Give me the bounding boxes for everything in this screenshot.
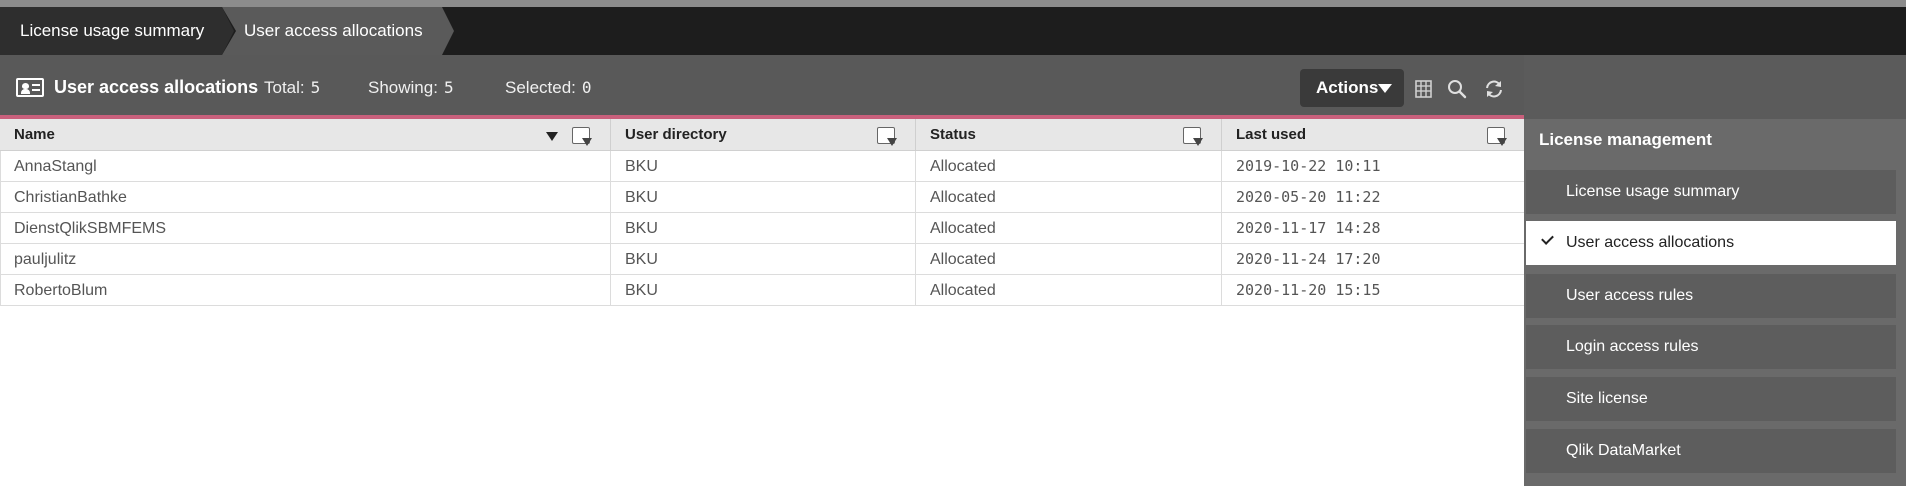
column-header-label: User directory bbox=[625, 126, 727, 143]
refresh-icon[interactable] bbox=[1483, 78, 1505, 100]
selected-label: Selected: bbox=[505, 78, 576, 97]
cell-status: Allocated bbox=[916, 213, 1222, 244]
cell-user-directory: BKU bbox=[611, 275, 916, 306]
table-row[interactable]: RobertoBlum BKU Allocated 2020-11-20 15:… bbox=[0, 275, 1524, 306]
panel-item-label: Site license bbox=[1566, 390, 1648, 407]
column-header-last-used[interactable]: Last used bbox=[1222, 119, 1524, 151]
actions-label: Actions bbox=[1316, 78, 1379, 97]
filter-icon[interactable] bbox=[1183, 127, 1203, 146]
cell-name: AnnaStangl bbox=[0, 151, 611, 182]
filter-icon[interactable] bbox=[877, 127, 897, 146]
user-card-icon bbox=[16, 78, 44, 97]
showing-label: Showing: bbox=[368, 78, 438, 97]
cell-user-directory: BKU bbox=[611, 213, 916, 244]
cell-last-used: 2020-11-20 15:15 bbox=[1236, 281, 1381, 299]
filter-icon[interactable] bbox=[572, 127, 592, 146]
table-row[interactable]: DienstQlikSBMFEMS BKU Allocated 2020-11-… bbox=[0, 213, 1524, 244]
showing-value: 5 bbox=[443, 78, 454, 97]
selected-value: 0 bbox=[581, 78, 592, 97]
breadcrumb-item-license-usage-summary[interactable]: License usage summary bbox=[0, 7, 236, 55]
selected-count: Selected: 0 bbox=[505, 78, 592, 98]
panel-item-label: License usage summary bbox=[1566, 183, 1740, 200]
cell-user-directory: BKU bbox=[611, 244, 916, 275]
panel-item-user-access-rules[interactable]: User access rules bbox=[1526, 274, 1896, 318]
panel-title: License management bbox=[1539, 130, 1712, 149]
cell-status: Allocated bbox=[916, 244, 1222, 275]
showing-count: Showing: 5 bbox=[368, 78, 454, 98]
breadcrumb: License usage summary User access alloca… bbox=[0, 7, 1906, 55]
panel-item-label: User access rules bbox=[1566, 287, 1694, 304]
cell-name: ChristianBathke bbox=[0, 182, 611, 213]
cell-status: Allocated bbox=[916, 151, 1222, 182]
cell-status: Allocated bbox=[916, 275, 1222, 306]
panel-item-site-license[interactable]: Site license bbox=[1526, 377, 1896, 421]
panel-item-user-access-allocations[interactable]: User access allocations bbox=[1526, 221, 1896, 265]
total-count: Total: 5 bbox=[264, 78, 320, 98]
columns-icon[interactable] bbox=[1413, 78, 1435, 100]
column-header-status[interactable]: Status bbox=[916, 119, 1222, 151]
column-header-label: Status bbox=[930, 126, 976, 143]
cell-name: DienstQlikSBMFEMS bbox=[0, 213, 611, 244]
cell-user-directory: BKU bbox=[611, 151, 916, 182]
table-row[interactable]: AnnaStangl BKU Allocated 2019-10-22 10:1… bbox=[0, 151, 1524, 182]
panel-item-qlik-datamarket[interactable]: Qlik DataMarket bbox=[1526, 429, 1896, 473]
caret-down-icon bbox=[1378, 84, 1392, 93]
allocations-table: Name User directory Status Last used Ann… bbox=[0, 119, 1524, 486]
table-row[interactable]: pauljulitz BKU Allocated 2020-11-24 17:2… bbox=[0, 244, 1524, 275]
top-strip bbox=[0, 0, 1906, 7]
breadcrumb-item-user-access-allocations[interactable]: User access allocations bbox=[222, 7, 454, 55]
column-header-name[interactable]: Name bbox=[0, 119, 611, 151]
actions-button[interactable]: Actions bbox=[1300, 69, 1404, 107]
panel-item-login-access-rules[interactable]: Login access rules bbox=[1526, 325, 1896, 369]
cell-last-used: 2020-11-24 17:20 bbox=[1236, 250, 1381, 268]
table-header: Name User directory Status Last used bbox=[0, 119, 1524, 151]
filter-icon[interactable] bbox=[1487, 127, 1507, 146]
checkmark-icon bbox=[1541, 232, 1554, 245]
column-header-user-directory[interactable]: User directory bbox=[611, 119, 916, 151]
panel-item-label: Qlik DataMarket bbox=[1566, 442, 1681, 459]
panel-item-license-usage-summary[interactable]: License usage summary bbox=[1526, 170, 1896, 214]
table-row[interactable]: ChristianBathke BKU Allocated 2020-05-20… bbox=[0, 182, 1524, 213]
cell-status: Allocated bbox=[916, 182, 1222, 213]
column-header-label: Name bbox=[14, 126, 55, 143]
table-left-border bbox=[0, 151, 1, 306]
page-title: User access allocations bbox=[54, 77, 259, 97]
cell-name: pauljulitz bbox=[0, 244, 611, 275]
total-value: 5 bbox=[310, 78, 321, 97]
cell-last-used: 2019-10-22 10:11 bbox=[1236, 157, 1381, 175]
cell-name: RobertoBlum bbox=[0, 275, 611, 306]
panel-item-label: Login access rules bbox=[1566, 338, 1699, 355]
search-icon[interactable] bbox=[1446, 78, 1468, 100]
column-header-label: Last used bbox=[1236, 126, 1307, 143]
cell-user-directory: BKU bbox=[611, 182, 916, 213]
cell-last-used: 2020-11-17 14:28 bbox=[1236, 219, 1381, 237]
panel-item-label: User access allocations bbox=[1566, 234, 1735, 251]
total-label: Total: bbox=[264, 78, 305, 97]
sort-desc-icon[interactable] bbox=[546, 132, 558, 141]
cell-last-used: 2020-05-20 11:22 bbox=[1236, 188, 1381, 206]
